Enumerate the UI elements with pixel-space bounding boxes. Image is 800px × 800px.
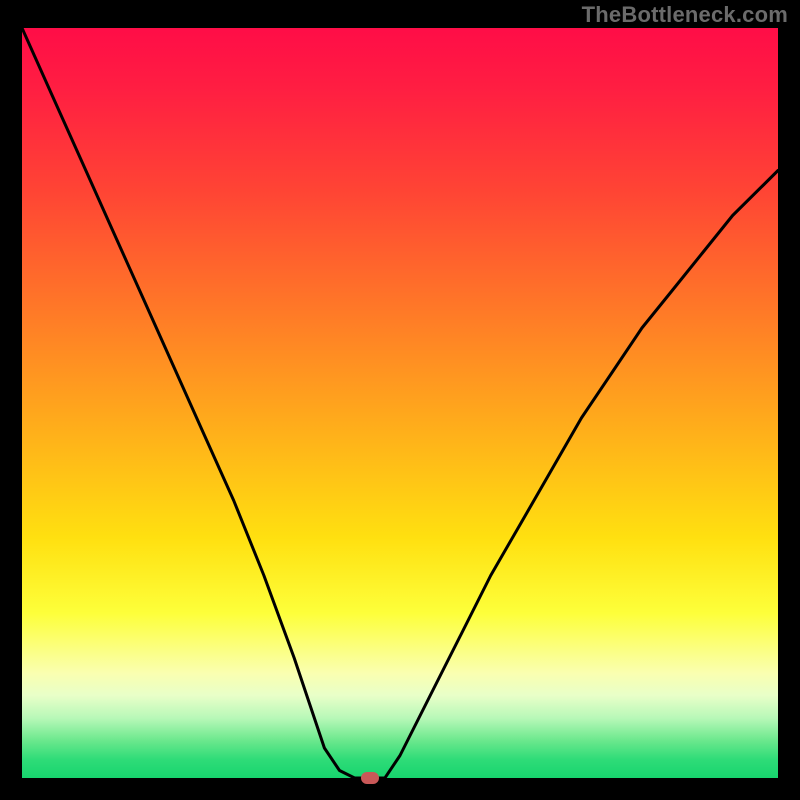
curve-svg (22, 28, 778, 778)
bottleneck-curve (22, 28, 778, 778)
plot-area (22, 28, 778, 778)
optimal-point-marker (361, 772, 379, 784)
chart-frame: TheBottleneck.com (0, 0, 800, 800)
watermark-text: TheBottleneck.com (582, 2, 788, 28)
